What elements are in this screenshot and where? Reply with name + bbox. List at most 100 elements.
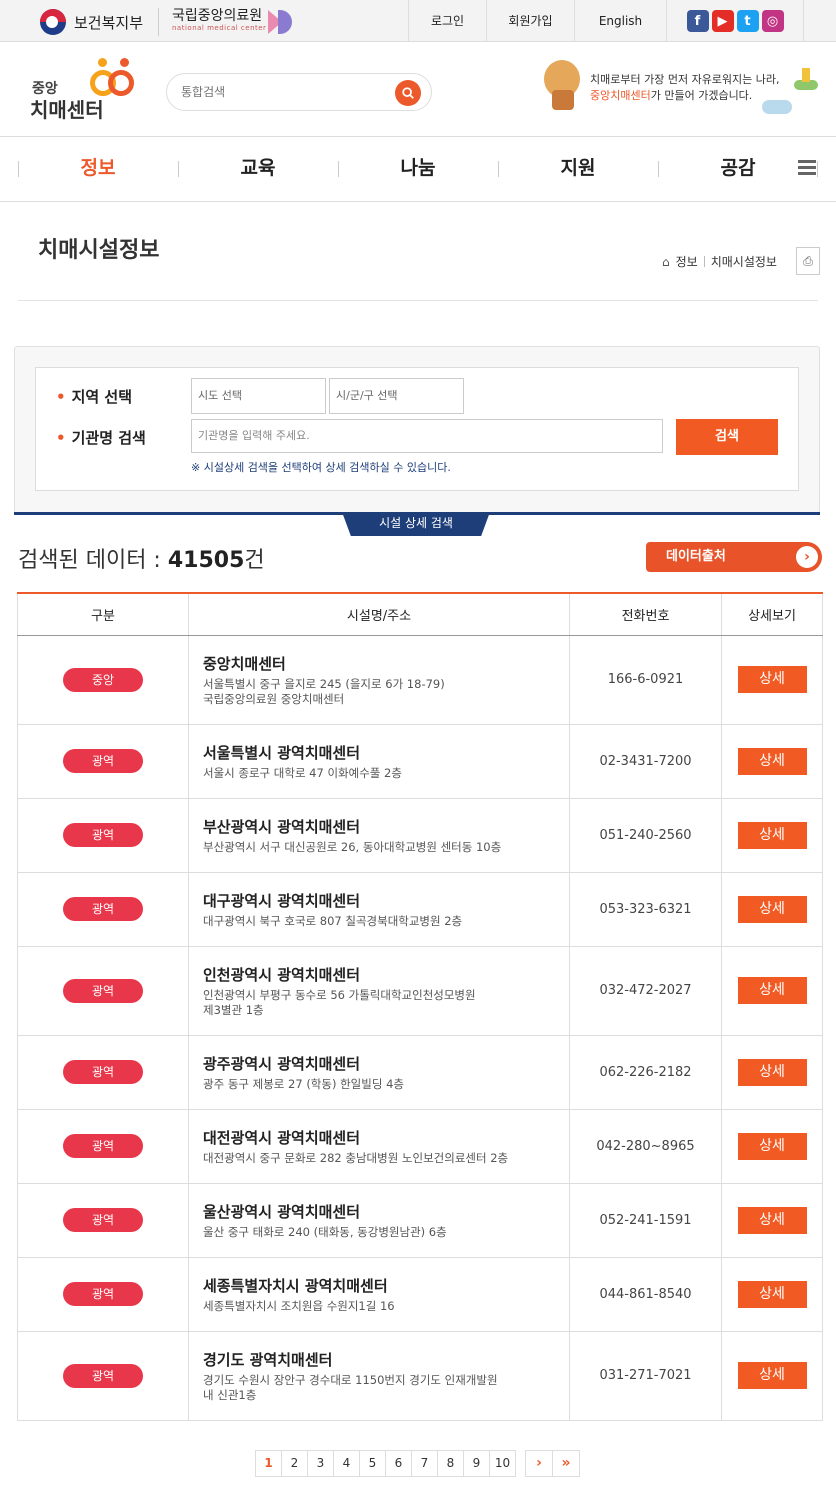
table-row: 중앙 중앙치매센터 서울특별시 중구 을지로 245 (을지로 6가 18-79) 국…	[17, 635, 823, 725]
detail-button[interactable]: 상세	[737, 895, 807, 923]
type-badge: 광역	[63, 1208, 143, 1232]
youtube-icon[interactable]: ▶	[711, 10, 734, 32]
facility-name[interactable]: 세종특별자치시 광역치매센터	[203, 1275, 555, 1296]
phone-cell: 042-280~8965	[569, 1109, 722, 1184]
page-link[interactable]: 8	[437, 1450, 464, 1477]
print-button[interactable]: ⎙	[796, 247, 820, 275]
gov-logo[interactable]: 보건복지부	[38, 9, 143, 35]
phone-cell: 053-323-6321	[569, 872, 722, 947]
detail-button[interactable]: 상세	[737, 1362, 807, 1389]
divider	[158, 8, 159, 36]
phone-cell: 032-472-2027	[569, 946, 722, 1036]
phone-cell: 051-240-2560	[569, 798, 722, 873]
signup-link[interactable]: 회원가입	[486, 0, 574, 42]
type-cell: 광역	[17, 798, 189, 873]
detail-cell: 상세	[721, 946, 823, 1036]
facility-address: 대구광역시 북구 호국로 807 칠곡경북대학교병원 2층	[203, 913, 463, 928]
search-button[interactable]	[395, 80, 421, 106]
login-link[interactable]: 로그인	[408, 0, 486, 42]
facility-address: 부산광역시 서구 대신공원로 26, 동아대학교병원 센터동 10층	[203, 839, 502, 854]
phone-cell: 052-241-1591	[569, 1183, 722, 1258]
last-page-icon[interactable]: »	[552, 1450, 580, 1477]
next-page-icon[interactable]: ›	[525, 1450, 553, 1477]
detail-search-tab[interactable]: 시설 상세 검색	[342, 512, 490, 536]
detail-cell: 상세	[721, 1183, 823, 1258]
page-link[interactable]: 6	[385, 1450, 412, 1477]
type-badge: 광역	[63, 823, 143, 847]
type-cell: 광역	[17, 946, 189, 1036]
nav-item-empathy[interactable]: 공감	[658, 137, 818, 201]
facility-address: 서울시 종로구 대학로 47 이화예수풀 2층	[203, 765, 402, 780]
type-badge: 광역	[63, 897, 143, 921]
nav-item-sharing[interactable]: 나눔	[338, 137, 498, 201]
facility-table: 구분 시설명/주소 전화번호 상세보기 중앙 중앙치매센터 서울특별시 중구 을지로…	[17, 592, 823, 1421]
detail-button[interactable]: 상세	[737, 666, 807, 693]
table-row: 광역 대구광역시 광역치매센터대구광역시 북구 호국로 807 칠곡경북대학교병원…	[17, 872, 823, 947]
detail-button[interactable]: 상세	[737, 747, 807, 775]
page-link[interactable]: 1	[255, 1450, 282, 1477]
page-link[interactable]: 3	[307, 1450, 334, 1477]
facility-name[interactable]: 광주광역시 광역치매센터	[203, 1053, 555, 1074]
facility-cell: 서울특별시 광역치매센터서울시 종로구 대학로 47 이화예수풀 2층	[188, 724, 570, 799]
site-logo[interactable]: 중앙 치매센터	[30, 58, 140, 122]
english-link[interactable]: English	[574, 0, 666, 42]
column-header: 상세보기	[721, 592, 823, 636]
page-link[interactable]: 2	[281, 1450, 308, 1477]
divider	[0, 201, 836, 202]
facility-address: 광주 동구 제봉로 27 (학동) 한일빌딩 4층	[203, 1076, 404, 1091]
promo-text: 치매로부터 가장 먼저 자유로워지는 나라, 중앙치매센터가 만들어 가겠습니다…	[590, 72, 780, 104]
nmc-logo[interactable]: 국립중앙의료원 national medical center	[172, 8, 266, 32]
detail-button[interactable]: 상세	[737, 1206, 807, 1234]
data-source-button[interactable]: 데이터출처 ›	[646, 542, 822, 572]
detail-button[interactable]: 상세	[737, 821, 807, 849]
count-value: 41505	[167, 548, 245, 573]
facility-name[interactable]: 울산광역시 광역치매센터	[203, 1201, 555, 1222]
page-link[interactable]: 4	[333, 1450, 360, 1477]
detail-button[interactable]: 상세	[737, 1058, 807, 1086]
twitter-icon[interactable]: t	[736, 10, 759, 32]
detail-button[interactable]: 상세	[737, 1132, 807, 1160]
instagram-icon[interactable]: ◎	[761, 10, 784, 32]
search-submit-button[interactable]: 검색	[676, 419, 778, 455]
column-header: 구분	[17, 592, 189, 636]
detail-button[interactable]: 상세	[737, 977, 807, 1004]
arrow-right-icon: ›	[796, 546, 818, 568]
detail-cell: 상세	[721, 1331, 823, 1421]
facility-name[interactable]: 인천광역시 광역치매센터	[203, 964, 555, 985]
nav-item-info[interactable]: 정보	[18, 137, 178, 201]
sigungu-select[interactable]: 시/군/구 선택	[329, 378, 464, 414]
facebook-icon[interactable]: f	[686, 10, 709, 32]
detail-cell: 상세	[721, 1035, 823, 1110]
table-row: 광역 경기도 광역치매센터 경기도 수원시 장안구 경수대로 1150번지 경기도 …	[17, 1331, 823, 1421]
facility-name[interactable]: 서울특별시 광역치매센터	[203, 742, 555, 763]
facility-name[interactable]: 부산광역시 광역치매센터	[203, 816, 555, 837]
facility-name[interactable]: 중앙치매센터	[203, 653, 555, 674]
region-label: 지역 선택	[56, 386, 132, 407]
facility-name[interactable]: 대전광역시 광역치매센터	[203, 1127, 555, 1148]
breadcrumb-item[interactable]: 치매시설정보	[711, 253, 777, 270]
facility-cell: 인천광역시 광역치매센터 인천광역시 부평구 동수로 56 가톨릭대학교인천성모병…	[188, 946, 570, 1036]
type-badge: 광역	[63, 1134, 143, 1158]
facility-cell: 광주광역시 광역치매센터광주 동구 제봉로 27 (학동) 한일빌딩 4층	[188, 1035, 570, 1110]
page-link[interactable]: 7	[411, 1450, 438, 1477]
type-badge: 광역	[63, 1060, 143, 1084]
facility-address: 대전광역시 중구 문화로 282 충남대병원 노인보건의료센터 2층	[203, 1150, 509, 1165]
nav-item-education[interactable]: 교육	[178, 137, 338, 201]
search-input[interactable]	[181, 82, 381, 102]
breadcrumb-item[interactable]: 정보	[676, 253, 698, 270]
page-link[interactable]: 10	[489, 1450, 516, 1477]
facility-cell: 세종특별자치시 광역치매센터 세종특별자치시 조치원읍 수원지1길 16	[188, 1257, 570, 1332]
table-row: 광역 부산광역시 광역치매센터부산광역시 서구 대신공원로 26, 동아대학교병원…	[17, 798, 823, 873]
facility-name[interactable]: 경기도 광역치매센터	[203, 1349, 555, 1370]
menu-icon[interactable]	[798, 160, 816, 176]
nav-item-support[interactable]: 지원	[498, 137, 658, 201]
detail-button[interactable]: 상세	[737, 1280, 807, 1308]
sido-select[interactable]: 시도 선택	[191, 378, 326, 414]
facility-name[interactable]: 대구광역시 광역치매센터	[203, 890, 555, 911]
page-link[interactable]: 5	[359, 1450, 386, 1477]
page-link[interactable]: 9	[463, 1450, 490, 1477]
phone-cell: 044-861-8540	[569, 1257, 722, 1332]
org-name-input[interactable]: 기관명을 입력해 주세요.	[191, 419, 663, 453]
cloud-icon	[762, 100, 792, 114]
home-icon[interactable]: ⌂	[662, 255, 670, 269]
